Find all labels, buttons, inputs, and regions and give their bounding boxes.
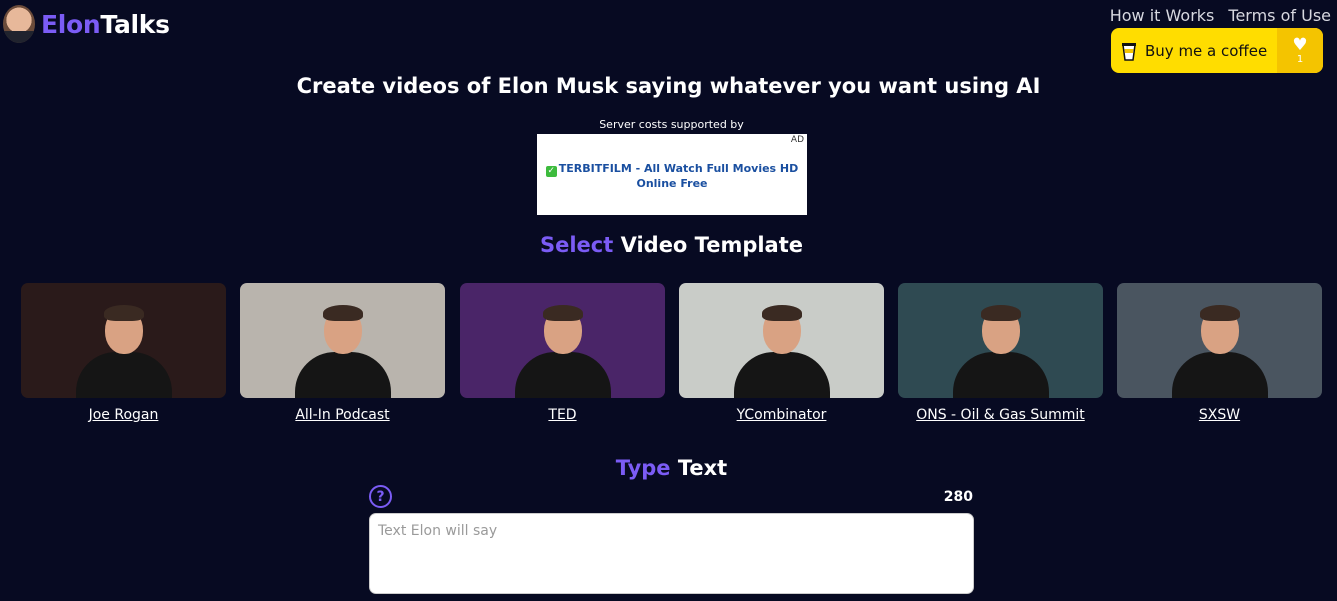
person-figure — [294, 298, 391, 398]
template-label: SXSW — [1198, 407, 1241, 423]
ad-text: TERBITFILM - All Watch Full Movies HD On… — [558, 162, 799, 190]
nav-terms-link[interactable]: Terms of Use — [1228, 6, 1331, 25]
template-card[interactable]: ONS - Oil & Gas Summit — [898, 283, 1103, 423]
nav-how-it-works-link[interactable]: How it Works — [1110, 6, 1215, 25]
template-thumbnail — [898, 283, 1103, 398]
template-label: All-In Podcast — [295, 407, 390, 423]
buy-me-a-coffee-button[interactable]: Buy me a coffee ♥ 1 — [1111, 28, 1323, 73]
coffee-count-box: ♥ 1 — [1277, 28, 1323, 73]
person-figure — [514, 298, 611, 398]
template-thumbnail — [460, 283, 665, 398]
template-card[interactable]: Joe Rogan — [21, 283, 226, 423]
heart-icon: ♥ — [1292, 34, 1308, 55]
person-figure — [1171, 298, 1268, 398]
page-headline: Create videos of Elon Musk saying whatev… — [296, 74, 1041, 98]
select-template-heading: Select Video Template — [0, 233, 1337, 257]
template-card[interactable]: YCombinator — [679, 283, 884, 423]
checkmark-icon: ✓ — [545, 166, 557, 177]
coffee-cup-icon — [1121, 41, 1137, 61]
template-card[interactable]: SXSW — [1117, 283, 1322, 423]
top-nav: How it Works Terms of Use — [1110, 6, 1331, 25]
help-icon[interactable]: ? — [369, 485, 392, 508]
person-figure — [75, 298, 172, 398]
ad-badge: AD — [790, 135, 804, 145]
template-label: YCombinator — [736, 407, 827, 423]
logo-avatar — [3, 5, 35, 43]
brand-part1: Elon — [41, 9, 101, 39]
person-figure — [952, 298, 1049, 398]
coffee-label: Buy me a coffee — [1145, 41, 1268, 60]
template-thumbnail — [240, 283, 445, 398]
ad-text-wrap: ✓ TERBITFILM - All Watch Full Movies HD O… — [543, 162, 801, 190]
brand-part2: Talks — [100, 9, 170, 39]
template-thumbnail — [21, 283, 226, 398]
type-text-heading: Type Text — [0, 456, 1337, 480]
coffee-count: 1 — [1296, 53, 1304, 65]
person-figure — [733, 298, 830, 398]
template-thumbnail — [679, 283, 884, 398]
text-input[interactable] — [369, 513, 974, 594]
template-label: TED — [548, 407, 577, 423]
template-label: Joe Rogan — [88, 407, 159, 423]
template-card[interactable]: TED — [460, 283, 665, 423]
sponsor-label: Server costs supported by — [599, 118, 744, 131]
logo[interactable]: ElonTalks — [3, 5, 170, 43]
type-heading-accent: Type — [615, 456, 671, 480]
select-heading-accent: Select — [539, 233, 614, 257]
template-thumbnail — [1117, 283, 1322, 398]
character-counter: 280 — [943, 489, 973, 505]
type-heading-rest: Text — [670, 456, 728, 480]
template-card[interactable]: All-In Podcast — [240, 283, 445, 423]
select-heading-rest: Video Template — [613, 233, 804, 257]
brand-name: ElonTalks — [41, 10, 170, 39]
template-list: Joe Rogan All-In Podcast TED YCombinator — [0, 283, 1337, 433]
ad-banner[interactable]: AD ✓ TERBITFILM - All Watch Full Movies H… — [537, 134, 807, 215]
template-label: ONS - Oil & Gas Summit — [916, 407, 1085, 423]
